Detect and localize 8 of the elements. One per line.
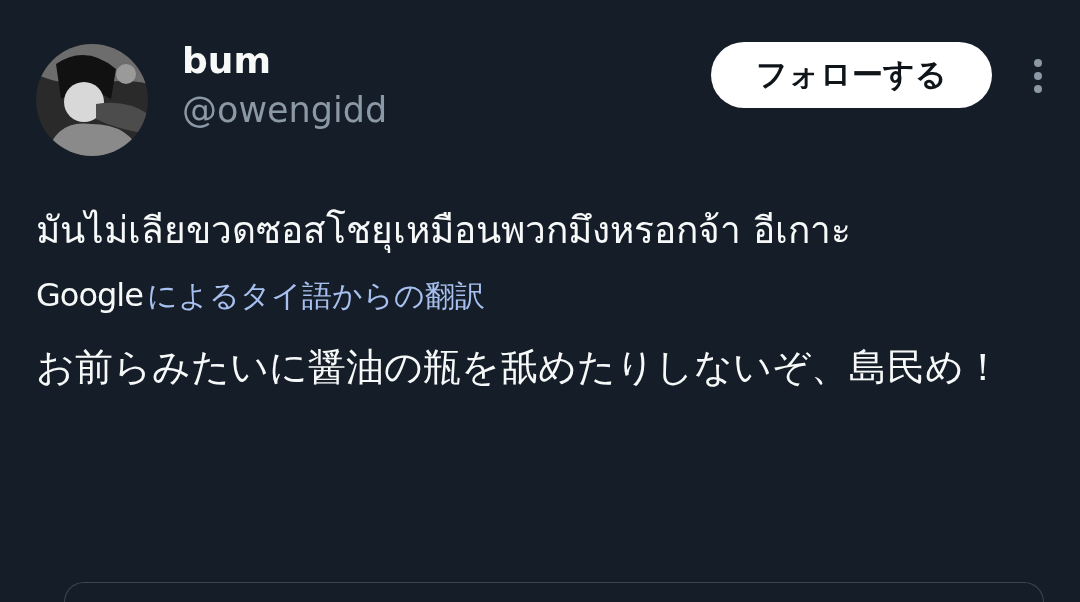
user-name[interactable]: bum <box>182 40 711 82</box>
provider-name: Google <box>36 276 143 314</box>
follow-button[interactable]: フォローする <box>711 42 992 108</box>
more-icon[interactable] <box>1032 58 1044 94</box>
user-handle[interactable]: @owengidd <box>182 86 711 134</box>
tweet-text: มันไม่เลียขวดซอสโชยุเหมือนพวกมึงหรอกจ้า อีเกาะ <box>36 208 852 255</box>
translated-text: お前らみたいに醤油の瓶を舐めたりしないぞ、島民め！ <box>36 344 1003 391</box>
translation-link[interactable]: によるタイ語からの翻訳 <box>146 276 485 317</box>
